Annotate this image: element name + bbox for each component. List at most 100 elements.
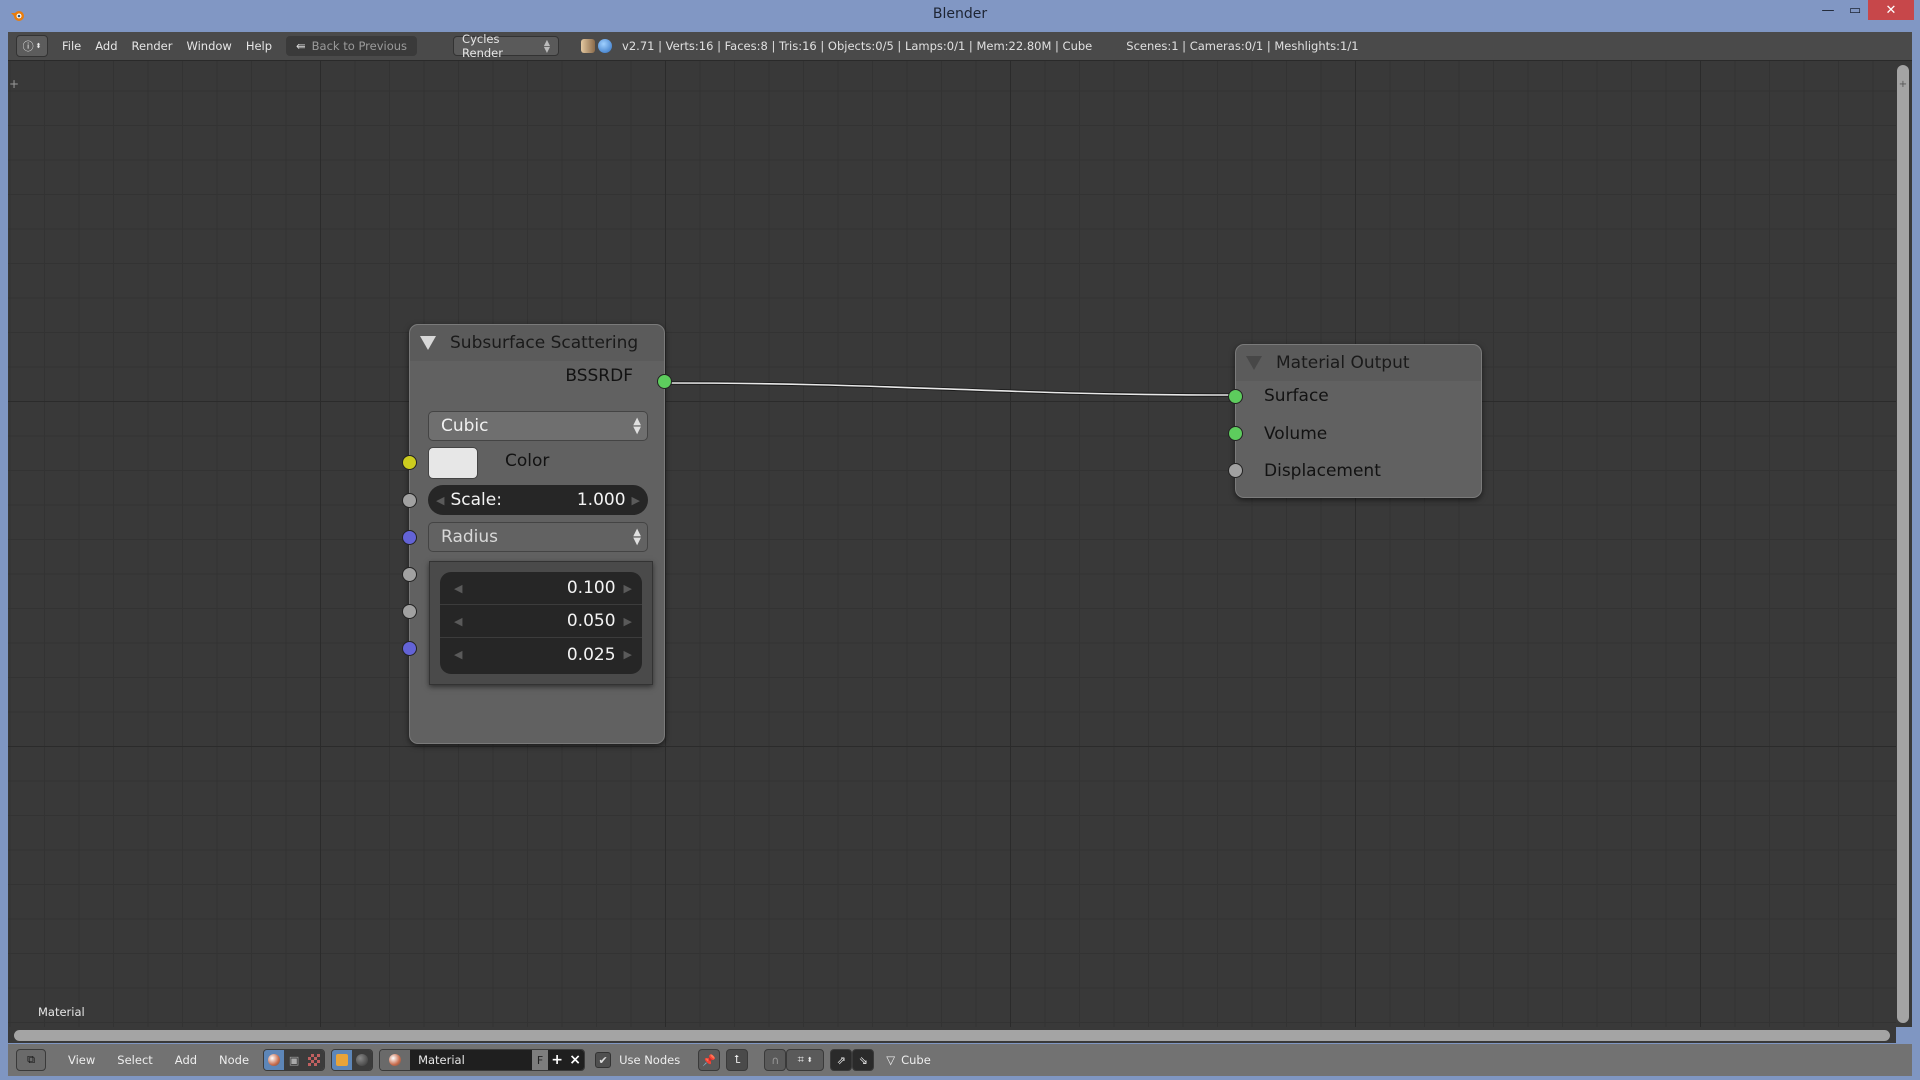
world-sphere-icon <box>356 1054 369 1066</box>
menu-render[interactable]: Render <box>132 39 173 53</box>
material-name-field[interactable]: Material <box>410 1050 533 1070</box>
socket-input-color[interactable] <box>402 455 417 470</box>
menu-view[interactable]: View <box>68 1053 95 1067</box>
browse-material-button[interactable] <box>380 1050 411 1070</box>
menu-window[interactable]: Window <box>186 39 231 53</box>
increment-arrow-icon[interactable]: ▶ <box>624 648 632 661</box>
socket-input-scale[interactable] <box>402 493 417 508</box>
copy-nodes-button[interactable]: ⇗ <box>830 1049 853 1071</box>
color-swatch[interactable] <box>428 447 478 479</box>
shader-type-world-button[interactable]: ▣ <box>284 1050 305 1070</box>
active-object: ▽ Cube <box>886 1053 931 1067</box>
socket-output-bssrdf[interactable] <box>657 374 672 389</box>
minimize-icon: — <box>1821 2 1835 18</box>
socket-input-volume[interactable] <box>1228 426 1243 441</box>
paste-nodes-button[interactable]: ⇘ <box>852 1049 875 1071</box>
unlink-material-button[interactable]: × <box>566 1050 585 1070</box>
horizontal-scrollbar[interactable] <box>8 1027 1896 1043</box>
radius-x-field[interactable]: ◀ 0.100 ▶ <box>440 572 642 605</box>
scene-stats: v2.71 | Verts:16 | Faces:8 | Tris:16 | O… <box>622 39 1093 53</box>
pin-button[interactable]: 📌 <box>698 1049 721 1071</box>
shader-type-texture-button[interactable] <box>304 1050 325 1070</box>
magnet-icon: ∩ <box>771 1053 780 1067</box>
falloff-dropdown[interactable]: Cubic ▲ ▼ <box>428 411 648 441</box>
radius-label: Radius <box>441 527 499 547</box>
node-tree-label: Material <box>38 1005 85 1019</box>
increment-arrow-icon[interactable]: ▶ <box>624 615 632 628</box>
vertical-scrollbar[interactable]: + <box>1896 61 1912 1027</box>
close-button[interactable]: ✕ <box>1868 0 1914 20</box>
radius-z-field[interactable]: ◀ 0.025 ▶ <box>440 638 642 671</box>
menu-help[interactable]: Help <box>246 39 272 53</box>
updown-icon: ⬍ <box>35 42 42 50</box>
use-nodes-checkbox[interactable]: ✔ <box>595 1052 612 1068</box>
info-header: ⓘ ⬍ File Add Render Window Help ⇚ Back to… <box>8 32 1912 61</box>
window-frame-right <box>1912 30 1920 1080</box>
socket-input-sharpness[interactable] <box>402 567 417 582</box>
falloff-value: Cubic <box>441 416 489 436</box>
radius-y-field[interactable]: ◀ 0.050 ▶ <box>440 605 642 638</box>
use-nodes-toggle[interactable]: ✔ Use Nodes <box>595 1052 680 1068</box>
decrement-arrow-icon[interactable]: ◀ <box>454 582 462 595</box>
socket-input-radius[interactable] <box>402 530 417 545</box>
radius-vector-fields: ◀ 0.100 ▶ ◀ 0.050 ▶ ◀ 0.025 ▶ <box>440 572 642 674</box>
node-material-output[interactable]: Material Output Surface Volume Displacem… <box>1228 344 1482 498</box>
toolbar-expand-icon[interactable]: + <box>8 78 20 90</box>
menu-add[interactable]: Add <box>175 1053 197 1067</box>
decrement-arrow-icon[interactable]: ◀ <box>436 494 444 507</box>
socket-input-texture-blur[interactable] <box>402 604 417 619</box>
decrement-arrow-icon[interactable]: ◀ <box>454 615 462 628</box>
properties-expand-icon[interactable]: + <box>1898 80 1908 90</box>
input-label-surface: Surface <box>1264 386 1329 406</box>
back-to-previous-button[interactable]: ⇚ Back to Previous <box>286 36 418 56</box>
editor-type-selector[interactable]: ⧉ <box>16 1049 46 1071</box>
menu-select[interactable]: Select <box>117 1053 152 1067</box>
scale-value: 1.000 <box>576 490 626 510</box>
scale-field[interactable]: ◀ Scale: 1.000 ▶ <box>428 485 648 515</box>
horizontal-scrollbar-thumb[interactable] <box>14 1030 1890 1041</box>
go-to-parent-icon: ⮤ <box>733 1053 741 1066</box>
snap-toggle[interactable]: ∩ <box>764 1049 787 1071</box>
render-engine-select[interactable]: Cycles Render ▲ ▼ <box>453 32 560 60</box>
socket-input-displacement[interactable] <box>1228 463 1243 478</box>
radius-dropdown[interactable]: Radius ▲ ▼ <box>428 522 648 552</box>
vertical-scrollbar-thumb[interactable] <box>1897 65 1909 1023</box>
menu-add[interactable]: Add <box>95 39 117 53</box>
window-frame-left <box>0 30 8 1080</box>
increment-arrow-icon[interactable]: ▶ <box>632 494 640 507</box>
node-header[interactable]: Subsurface Scattering <box>410 325 664 361</box>
radius-z-value: 0.025 <box>566 644 616 665</box>
input-label-displacement: Displacement <box>1264 461 1381 481</box>
fake-user-button[interactable]: F <box>532 1050 549 1070</box>
world-shader-button[interactable] <box>352 1050 373 1070</box>
increment-arrow-icon[interactable]: ▶ <box>624 582 632 595</box>
paste-icon: ⇘ <box>858 1053 868 1067</box>
collapse-triangle-icon[interactable] <box>420 336 436 350</box>
parent-tree-button[interactable]: ⮤ <box>726 1049 749 1071</box>
decrement-arrow-icon[interactable]: ◀ <box>454 648 462 661</box>
node-title: Subsurface Scattering <box>450 333 639 353</box>
snap-element-select[interactable]: ⌗ ⬍ <box>786 1049 825 1071</box>
material-icon <box>389 1054 402 1066</box>
node-editor-canvas[interactable]: Subsurface Scattering BSSRDF Cubic ▲ ▼ Co… <box>8 61 1896 1027</box>
socket-input-surface[interactable] <box>1228 389 1243 404</box>
minimize-button[interactable]: — <box>1816 0 1840 20</box>
menu-node[interactable]: Node <box>219 1053 249 1067</box>
new-material-button[interactable]: + <box>548 1050 567 1070</box>
socket-input-normal[interactable] <box>402 641 417 656</box>
maximize-button[interactable]: ▭ <box>1842 0 1868 20</box>
material-ball-icon <box>268 1054 281 1066</box>
scene-icon[interactable] <box>598 39 613 53</box>
object-shader-button[interactable] <box>332 1050 353 1070</box>
editor-type-selector[interactable]: ⓘ ⬍ <box>16 35 48 57</box>
radius-y-value: 0.050 <box>566 611 616 631</box>
updown-icon: ⬍ <box>806 1056 813 1064</box>
node-header[interactable]: Material Output <box>1236 345 1481 381</box>
menu-file[interactable]: File <box>62 39 81 53</box>
window-titlebar: Blender — ▭ ✕ <box>0 0 1920 30</box>
screen-layout-icon[interactable] <box>581 39 596 53</box>
snap-grid-icon: ⌗ <box>797 1053 804 1066</box>
node-title: Material Output <box>1276 353 1410 373</box>
shader-type-object-button[interactable] <box>264 1050 285 1070</box>
collapse-triangle-icon[interactable] <box>1246 356 1262 370</box>
